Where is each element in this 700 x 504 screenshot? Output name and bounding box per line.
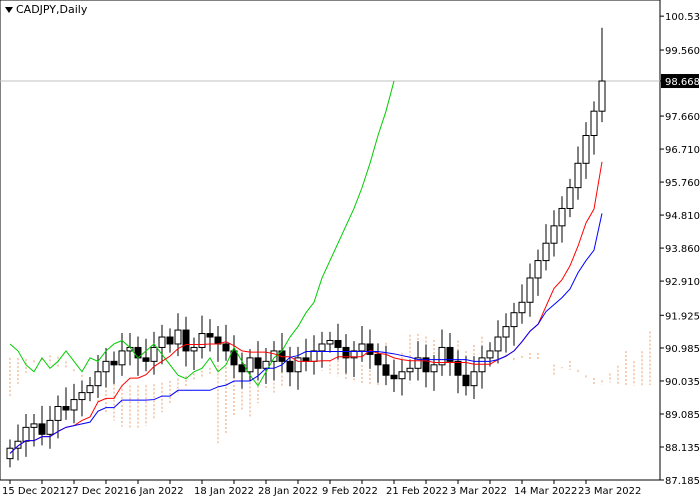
candle-body bbox=[118, 350, 126, 366]
candle-body bbox=[158, 336, 166, 348]
candle-body bbox=[454, 360, 462, 376]
candle-body bbox=[374, 353, 382, 366]
y-tick-label: 89.085 bbox=[665, 410, 700, 421]
candle-body bbox=[254, 357, 262, 369]
candle-body bbox=[110, 360, 118, 366]
x-tick-label: 18 Jan 2022 bbox=[194, 486, 254, 497]
candle-body bbox=[190, 346, 198, 352]
candle-body bbox=[22, 426, 30, 442]
y-tick-label: 97.660 bbox=[665, 112, 700, 123]
candle-body bbox=[462, 374, 470, 387]
candle-body bbox=[54, 406, 62, 421]
candle-body bbox=[38, 423, 46, 435]
x-tick-label: 6 Jan 2022 bbox=[130, 486, 184, 497]
candle-body bbox=[398, 371, 406, 380]
x-tick-label: 28 Jan 2022 bbox=[258, 486, 318, 497]
candle-body bbox=[574, 162, 582, 189]
candle-body bbox=[46, 419, 54, 435]
candle-body bbox=[302, 357, 310, 362]
chart: 100.535 99.560 98.668 97.660 96.710 95.760 94.… bbox=[0, 0, 700, 500]
candle-body bbox=[566, 187, 574, 209]
symbol-title-text: CADJPY,Daily bbox=[16, 3, 88, 16]
candle-body bbox=[310, 350, 318, 362]
candle-body bbox=[102, 360, 110, 373]
candle-body bbox=[334, 339, 342, 348]
y-tick-label: 91.925 bbox=[665, 311, 700, 322]
candle-body bbox=[62, 406, 70, 411]
candle-body bbox=[510, 312, 518, 328]
chart-svg: 100.535 99.560 98.668 97.660 96.710 95.760 94.… bbox=[0, 0, 700, 497]
candle-body bbox=[70, 399, 78, 411]
candle-body bbox=[598, 80, 606, 112]
current-price-label: 98.668 bbox=[665, 77, 700, 88]
candle-body bbox=[86, 385, 94, 394]
candle-body bbox=[318, 343, 326, 352]
candle-body bbox=[542, 242, 550, 262]
candle-body bbox=[94, 371, 102, 387]
candle-body bbox=[470, 371, 478, 387]
candle-body bbox=[206, 333, 214, 338]
candle-body bbox=[382, 364, 390, 376]
y-tick-label: 87.185 bbox=[665, 476, 700, 487]
x-tick-label: 23 Mar 2022 bbox=[578, 486, 641, 497]
candle-body bbox=[326, 339, 334, 345]
y-axis: 100.535 99.560 98.668 97.660 96.710 95.760 94.… bbox=[660, 12, 700, 487]
x-tick-label: 3 Mar 2022 bbox=[450, 486, 507, 497]
candle-body bbox=[358, 343, 366, 352]
plot-frame bbox=[0, 0, 661, 481]
y-tick-label: 92.910 bbox=[665, 277, 700, 288]
candle-body bbox=[590, 110, 598, 137]
candle-body bbox=[430, 364, 438, 373]
candle-body bbox=[366, 343, 374, 355]
y-tick-label: 93.860 bbox=[665, 244, 700, 255]
candle-body bbox=[486, 350, 494, 359]
x-tick-label: 15 Dec 2021 bbox=[2, 486, 66, 497]
candle-body bbox=[174, 329, 182, 345]
x-axis: 15 Dec 2021 27 Dec 2021 6 Jan 2022 18 Jan 2… bbox=[2, 480, 641, 497]
x-tick-label: 14 Mar 2022 bbox=[514, 486, 577, 497]
y-tick-label: 95.760 bbox=[665, 178, 700, 189]
candle-body bbox=[150, 346, 158, 362]
candle-body bbox=[550, 225, 558, 244]
x-tick-label: 27 Dec 2021 bbox=[66, 486, 130, 497]
y-tick-label: 90.985 bbox=[665, 344, 700, 355]
y-tick-label: 94.810 bbox=[665, 211, 700, 222]
y-tick-label: 100.535 bbox=[665, 12, 700, 23]
candle-body bbox=[534, 260, 542, 279]
candle-body bbox=[78, 392, 86, 401]
candle-body bbox=[406, 367, 414, 373]
candle-body bbox=[390, 374, 398, 380]
y-tick-label: 88.135 bbox=[665, 443, 700, 454]
dropdown-triangle-icon[interactable] bbox=[5, 6, 13, 13]
y-tick-label: 99.560 bbox=[665, 46, 700, 57]
candle-body bbox=[518, 301, 526, 314]
candle-body bbox=[198, 333, 206, 348]
candle-body bbox=[582, 135, 590, 164]
y-tick-label: 96.710 bbox=[665, 145, 700, 156]
x-tick-label: 21 Feb 2022 bbox=[386, 486, 448, 497]
symbol-title: CADJPY,Daily bbox=[5, 3, 87, 16]
candle-body bbox=[142, 357, 150, 362]
candle-body bbox=[558, 207, 566, 227]
candle-body bbox=[30, 423, 38, 428]
candle-body bbox=[502, 326, 510, 338]
candle-body bbox=[478, 357, 486, 373]
candle-body bbox=[494, 336, 502, 352]
candle-body bbox=[526, 277, 534, 303]
candle-body bbox=[182, 329, 190, 352]
candle-body bbox=[246, 357, 254, 373]
candle-body bbox=[222, 343, 230, 352]
candle-body bbox=[286, 360, 294, 373]
x-tick-label: 9 Feb 2022 bbox=[322, 486, 378, 497]
candle-body bbox=[166, 336, 174, 345]
y-tick-label: 90.035 bbox=[665, 377, 700, 388]
